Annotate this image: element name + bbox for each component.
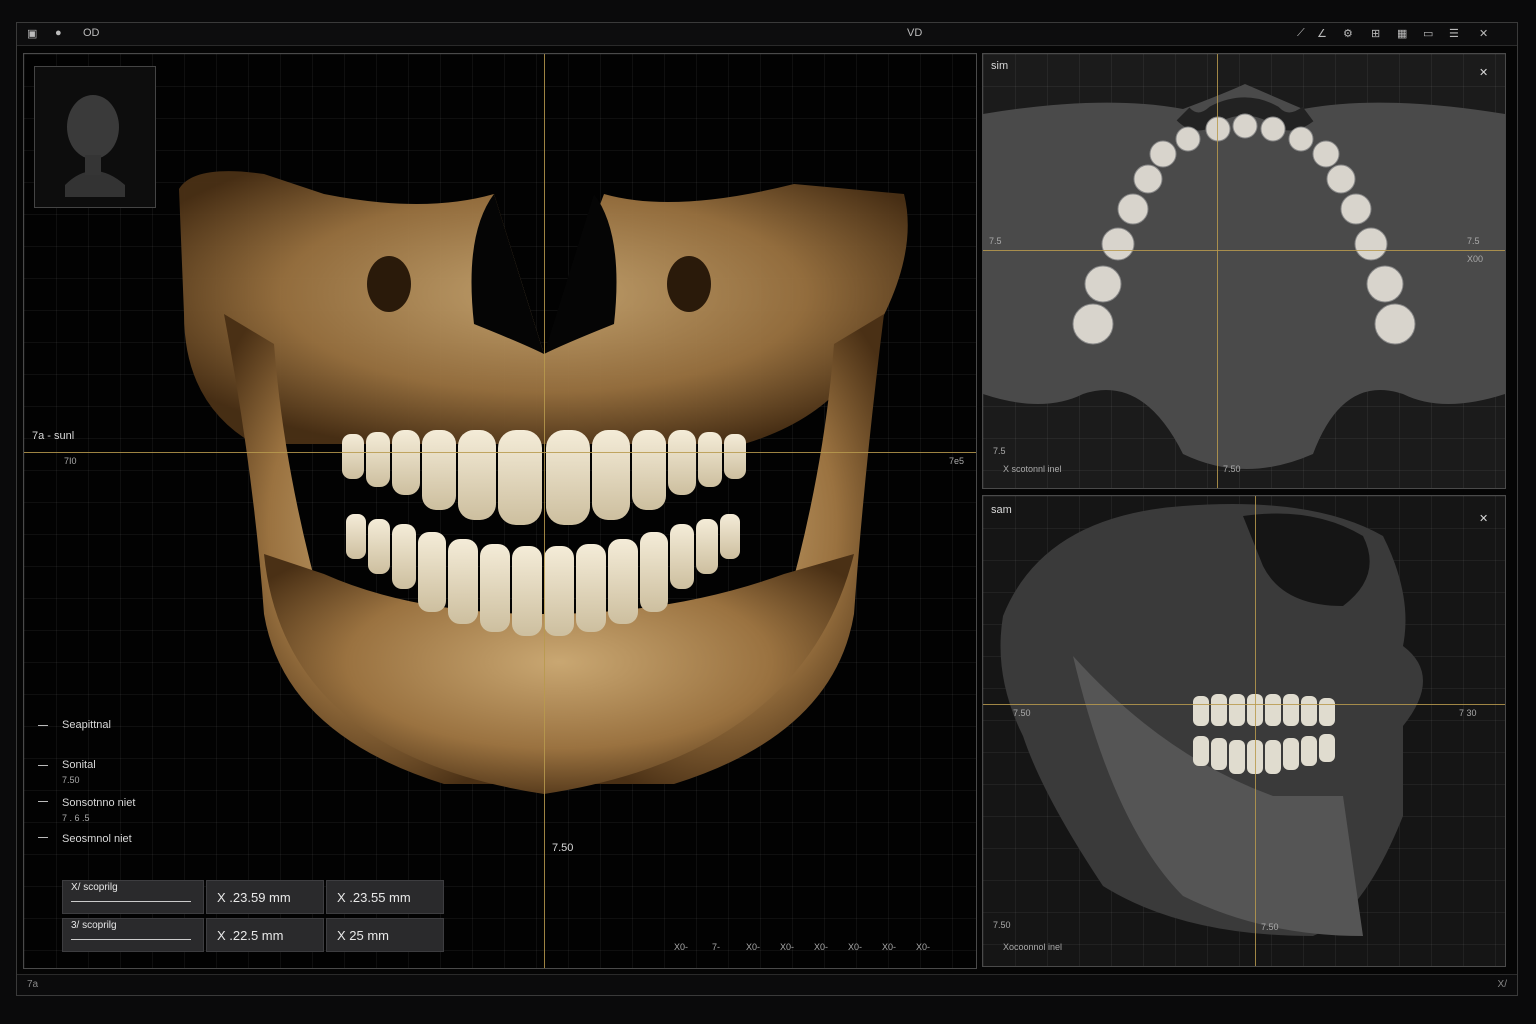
bottom-tick-3: X0- [746, 942, 761, 952]
measurement-1-label: X/ scoprilg [71, 882, 118, 893]
measurement-row-2-label-cell[interactable]: 3/ scoprilg [62, 918, 204, 952]
sagittal-right-label: 7 30 [1459, 708, 1477, 718]
toolbar-left-label[interactable]: OD [83, 27, 100, 39]
plane-sub-2: 7.50 [62, 775, 80, 785]
window-icon[interactable]: ▭ [1423, 27, 1433, 40]
status-bar: 7a X/ [17, 974, 1517, 995]
axial-left-label: 7.5 [989, 236, 1002, 246]
plane-label-2[interactable]: Sonital [62, 759, 96, 771]
plane-sub-3: 7 . 6 .5 [62, 813, 90, 823]
gear-icon[interactable]: ⚙ [1343, 27, 1353, 40]
jaw-3d-render[interactable] [24, 54, 976, 968]
center-readout: 7.50 [552, 842, 574, 854]
plane-label-4[interactable]: Seosmnol niet [62, 833, 132, 845]
sagittal-viewport[interactable]: sam 7.50 7 30 7.50 7.50 Xocoonnol inel ✕ [982, 495, 1506, 967]
grid-icon[interactable]: ⊞ [1371, 27, 1380, 40]
right-axis-label: 7e5 [949, 456, 965, 466]
measurement-1-value-2[interactable]: X .23.55 mm [326, 880, 444, 914]
axial-bottom-readout: 7.50 [1223, 464, 1241, 474]
bottom-tick-4: X0- [780, 942, 795, 952]
sagittal-left-label: 7.50 [1013, 708, 1031, 718]
bottom-tick-5: X0- [814, 942, 829, 952]
axial-right-label: 7.5 [1467, 236, 1480, 246]
crosshair-horizontal[interactable] [24, 452, 976, 453]
layout-icon[interactable]: ▦ [1397, 27, 1407, 40]
bottom-tick-2: 7- [712, 942, 721, 952]
axial-crosshair-horizontal[interactable] [983, 250, 1505, 251]
crosshair-vertical[interactable] [544, 54, 545, 968]
toolbar-center-label[interactable]: VD [907, 27, 922, 39]
status-left: 7a [27, 979, 39, 990]
close-icon[interactable]: ✕ [1479, 27, 1488, 40]
sagittal-title: sam [991, 504, 1012, 516]
camera-icon[interactable]: ▣ [27, 27, 37, 40]
app-window: ▣ ● OD VD ⟋ ∠ ⚙ ⊞ ▦ ▭ ☰ ✕ 7a - sunl 7I0 … [16, 22, 1518, 996]
sagittal-scan-image [1000, 504, 1423, 936]
left-axis-label: 7a - sunl [32, 430, 75, 442]
sagittal-bottom-left: 7.50 [993, 920, 1011, 930]
status-right: X/ [1497, 979, 1507, 990]
bottom-tick-6: X0- [848, 942, 863, 952]
axial-title: sim [991, 60, 1009, 72]
axial-bottom-left: 7.5 [993, 446, 1006, 456]
angle-icon[interactable]: ∠ [1317, 27, 1327, 40]
ruler-icon[interactable]: ⟋ [1297, 27, 1305, 40]
axial-bottom-left-2: X scotonnl inel [1003, 464, 1062, 474]
left-axis-sub: 7I0 [64, 456, 77, 466]
measurement-2-label: 3/ scoprilg [71, 920, 117, 931]
plane-label-1[interactable]: Seapittnal [62, 719, 111, 731]
bottom-tick-7: X0- [882, 942, 897, 952]
top-toolbar: ▣ ● OD VD ⟋ ∠ ⚙ ⊞ ▦ ▭ ☰ ✕ [17, 23, 1517, 46]
axial-viewport[interactable]: sim 7.5 7.5 X00 7.5 X scotonnl inel 7.50… [982, 53, 1506, 489]
menu-icon[interactable]: ☰ [1449, 27, 1459, 40]
bottom-scale: X0- 7- X0- X0- X0- X0- X0- X0- [674, 942, 964, 956]
sagittal-crosshair-vertical[interactable] [1255, 496, 1256, 966]
sagittal-bottom-left-2: Xocoonnol inel [1003, 942, 1063, 952]
axial-scan-image [983, 84, 1505, 469]
axial-axis-icon[interactable]: ✕ [1479, 66, 1488, 79]
sagittal-crosshair-horizontal[interactable] [983, 704, 1505, 705]
record-icon[interactable]: ● [55, 27, 62, 39]
measurement-2-value-1[interactable]: X .22.5 mm [206, 918, 324, 952]
measurement-2-arrow [71, 939, 191, 940]
measurement-2-value-2[interactable]: X 25 mm [326, 918, 444, 952]
bottom-tick-8: X0- [916, 942, 931, 952]
measurement-1-arrow [71, 901, 191, 902]
main-3d-viewport[interactable]: 7a - sunl 7I0 7e5 7.50 Seapittnal Sonita… [23, 53, 977, 969]
sagittal-axis-icon[interactable]: ✕ [1479, 512, 1488, 525]
plane-label-3[interactable]: Sonsotnno niet [62, 797, 135, 809]
measurement-1-value-1[interactable]: X .23.59 mm [206, 880, 324, 914]
bottom-tick-1: X0- [674, 942, 689, 952]
axial-crosshair-vertical[interactable] [1217, 54, 1218, 488]
sagittal-bottom-readout: 7.50 [1261, 922, 1279, 932]
axial-right-sub: X00 [1467, 254, 1484, 264]
